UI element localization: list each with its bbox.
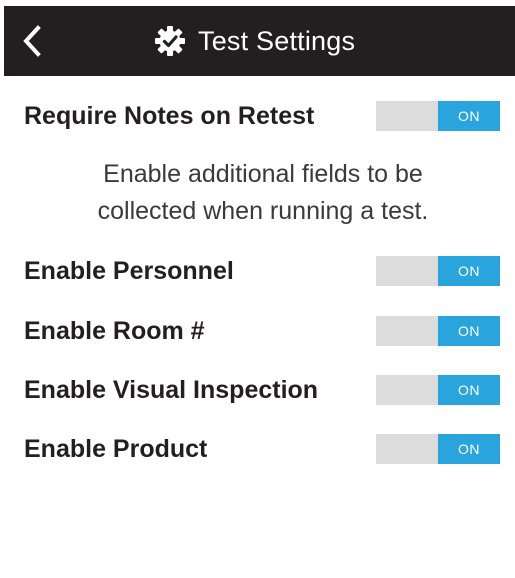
toggle-on-label: ON bbox=[438, 316, 500, 346]
toggle-on-label: ON bbox=[438, 256, 500, 286]
personnel-toggle[interactable]: ON bbox=[376, 256, 500, 286]
product-toggle[interactable]: ON bbox=[376, 434, 500, 464]
setting-label-retest-notes: Require Notes on Retest bbox=[24, 102, 315, 130]
toggle-on-label: ON bbox=[438, 434, 500, 464]
chevron-left-icon bbox=[23, 25, 41, 57]
retest-notes-toggle[interactable]: ON bbox=[376, 101, 500, 131]
setting-label-visual-inspection: Enable Visual Inspection bbox=[24, 376, 319, 404]
app-bar: Test Settings bbox=[4, 6, 515, 76]
description-line-1: Enable additional fields to be bbox=[103, 160, 423, 188]
room-toggle[interactable]: ON bbox=[376, 316, 500, 346]
page-title: Test Settings bbox=[198, 25, 356, 56]
setting-row-visual-inspection: Enable Visual Inspection ON bbox=[24, 370, 502, 410]
toggle-on-label: ON bbox=[438, 101, 500, 131]
description-line-2: collected when running a test. bbox=[97, 197, 429, 225]
setting-label-product: Enable Product bbox=[24, 435, 208, 463]
fields-description: Enable additional fields to be collected… bbox=[24, 156, 502, 230]
setting-row-personnel: Enable Personnel ON bbox=[24, 251, 502, 291]
back-button[interactable] bbox=[12, 18, 52, 64]
setting-row-product: Enable Product ON bbox=[24, 429, 502, 469]
setting-label-room: Enable Room # bbox=[24, 317, 205, 345]
toggle-on-label: ON bbox=[438, 375, 500, 405]
setting-row-retest-notes: Require Notes on Retest ON bbox=[24, 96, 502, 136]
setting-row-room: Enable Room # ON bbox=[24, 311, 502, 351]
visual-inspection-toggle[interactable]: ON bbox=[376, 375, 500, 405]
settings-screen: Test Settings Require Notes on Retest ON… bbox=[4, 6, 515, 578]
gear-check-icon bbox=[154, 25, 186, 57]
setting-label-personnel: Enable Personnel bbox=[24, 257, 234, 285]
page-title-group: Test Settings bbox=[154, 6, 355, 76]
